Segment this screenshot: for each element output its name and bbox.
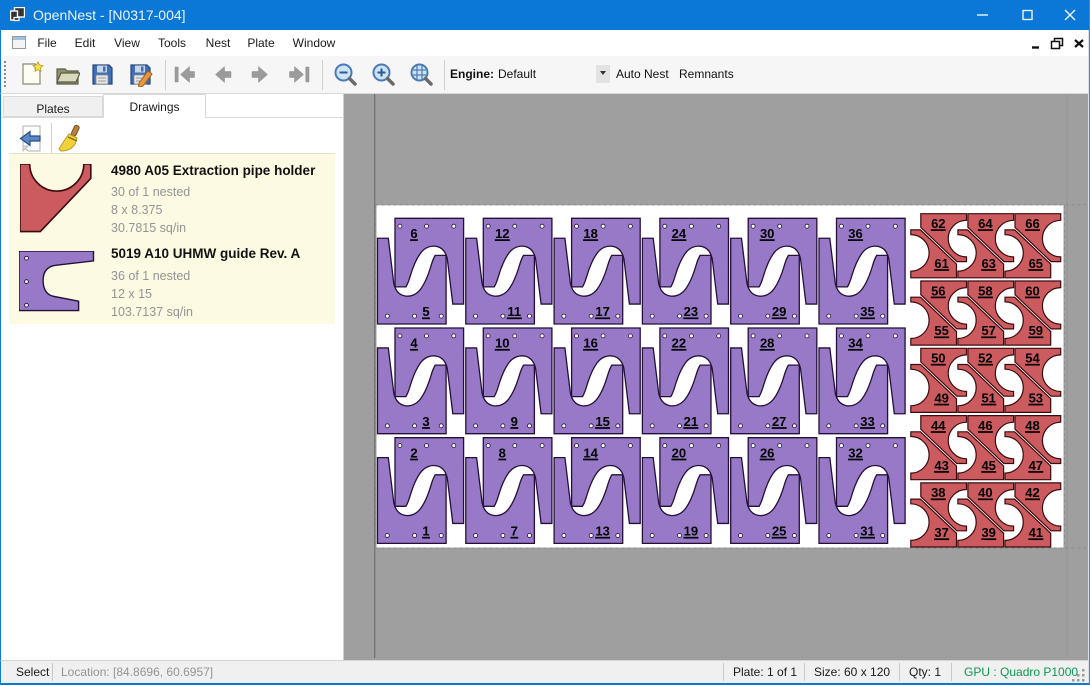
svg-text:52: 52 [978, 351, 992, 366]
svg-text:21: 21 [684, 414, 698, 429]
svg-text:26: 26 [760, 445, 774, 460]
svg-text:2: 2 [410, 445, 417, 460]
svg-text:62: 62 [931, 216, 945, 231]
svg-text:23: 23 [684, 304, 698, 319]
svg-text:25: 25 [772, 524, 786, 539]
svg-text:47: 47 [1029, 458, 1043, 473]
svg-text:53: 53 [1029, 391, 1043, 406]
svg-text:32: 32 [848, 445, 862, 460]
svg-text:12: 12 [495, 226, 509, 241]
svg-text:18: 18 [583, 226, 597, 241]
svg-text:5: 5 [422, 304, 429, 319]
svg-text:14: 14 [583, 445, 598, 460]
svg-text:36: 36 [848, 226, 862, 241]
svg-text:3: 3 [422, 414, 429, 429]
svg-text:8: 8 [499, 445, 506, 460]
svg-text:54: 54 [1025, 351, 1040, 366]
svg-text:45: 45 [981, 458, 995, 473]
svg-text:35: 35 [860, 304, 874, 319]
svg-text:59: 59 [1029, 323, 1043, 338]
svg-text:19: 19 [684, 524, 698, 539]
svg-text:44: 44 [931, 418, 946, 433]
svg-text:39: 39 [981, 525, 995, 540]
svg-text:9: 9 [511, 414, 518, 429]
svg-text:46: 46 [978, 418, 992, 433]
svg-text:27: 27 [772, 414, 786, 429]
svg-text:41: 41 [1029, 525, 1043, 540]
svg-text:34: 34 [848, 336, 863, 351]
svg-text:10: 10 [495, 336, 509, 351]
svg-text:61: 61 [934, 256, 948, 271]
svg-text:7: 7 [511, 524, 518, 539]
svg-text:30: 30 [760, 226, 774, 241]
svg-text:56: 56 [931, 283, 945, 298]
svg-text:49: 49 [934, 391, 948, 406]
svg-text:50: 50 [931, 351, 945, 366]
svg-text:22: 22 [672, 336, 686, 351]
svg-text:33: 33 [860, 414, 874, 429]
svg-text:29: 29 [772, 304, 786, 319]
svg-text:24: 24 [672, 226, 687, 241]
svg-text:65: 65 [1029, 256, 1043, 271]
svg-text:55: 55 [934, 323, 948, 338]
svg-text:17: 17 [595, 304, 609, 319]
svg-text:6: 6 [410, 226, 417, 241]
svg-text:57: 57 [981, 323, 995, 338]
svg-text:1: 1 [422, 524, 429, 539]
svg-text:28: 28 [760, 336, 774, 351]
svg-text:40: 40 [978, 485, 992, 500]
svg-text:11: 11 [507, 304, 521, 319]
svg-text:64: 64 [978, 216, 993, 231]
svg-text:60: 60 [1025, 283, 1039, 298]
svg-text:37: 37 [934, 525, 948, 540]
svg-text:63: 63 [981, 256, 995, 271]
svg-text:13: 13 [595, 524, 609, 539]
svg-text:42: 42 [1025, 485, 1039, 500]
svg-text:20: 20 [672, 445, 686, 460]
svg-text:16: 16 [583, 336, 597, 351]
svg-text:66: 66 [1025, 216, 1039, 231]
svg-text:15: 15 [595, 414, 609, 429]
svg-text:31: 31 [860, 524, 874, 539]
svg-text:48: 48 [1025, 418, 1039, 433]
svg-text:51: 51 [981, 391, 995, 406]
svg-text:38: 38 [931, 485, 945, 500]
svg-text:58: 58 [978, 283, 992, 298]
svg-text:4: 4 [410, 336, 418, 351]
svg-text:43: 43 [934, 458, 948, 473]
